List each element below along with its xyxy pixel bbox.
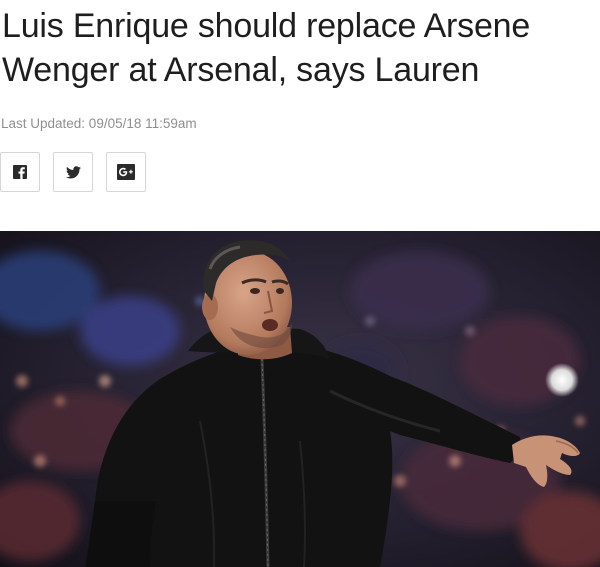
share-google-plus-button[interactable] <box>106 152 146 192</box>
last-updated-timestamp: Last Updated: 09/05/18 11:59am <box>1 116 197 131</box>
twitter-icon <box>65 165 81 179</box>
article-headline: Luis Enrique should replace Arsene Wenge… <box>2 7 531 89</box>
google-plus-icon <box>117 164 135 180</box>
hero-image <box>0 231 600 567</box>
share-facebook-button[interactable] <box>0 152 40 192</box>
share-twitter-button[interactable] <box>53 152 93 192</box>
share-bar <box>0 152 146 192</box>
facebook-icon <box>13 165 27 179</box>
